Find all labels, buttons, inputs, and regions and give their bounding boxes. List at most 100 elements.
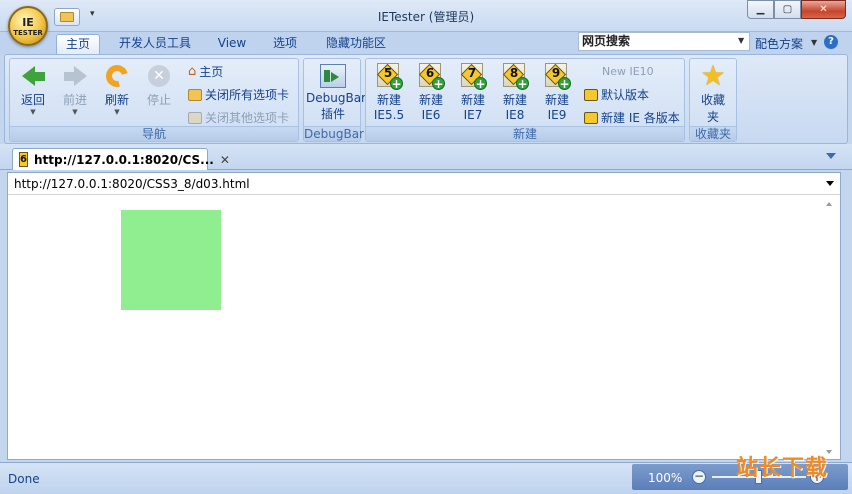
ie7-icon: 7 + (460, 63, 487, 90)
zoom-out-button[interactable]: − (692, 470, 706, 484)
default-version-button[interactable]: 默认版本 (584, 86, 649, 103)
home-button[interactable]: ⌂ 主页 (188, 63, 223, 80)
app-orb-button[interactable]: IE TESTER (8, 6, 48, 46)
new-ie9-button[interactable]: 9 + 新建 IE9 (540, 63, 574, 122)
new-ie10-button[interactable]: New IE10 (602, 65, 654, 78)
debugbar-label-line1: DebugBar (306, 91, 366, 105)
home-icon: ⌂ (188, 64, 197, 79)
document-tab[interactable]: 6 http://127.0.0.1:8020/CS... ✕ (12, 148, 230, 170)
vertical-scrollbar[interactable] (827, 196, 840, 459)
forward-label: 前进 (62, 93, 87, 107)
refresh-dropdown-icon[interactable]: ▼ (100, 108, 134, 116)
orb-caption: TESTER (13, 28, 43, 37)
rendered-green-box (121, 210, 221, 310)
status-text: Done (8, 472, 40, 486)
group-navigation: 返回 ▼ 前进 ▼ 刷新 ▼ ✕ 停止 ⌂ 主页 关闭所有选项卡 关闭其他选项卡… (9, 58, 299, 142)
ribbon-panel: 返回 ▼ 前进 ▼ 刷新 ▼ ✕ 停止 ⌂ 主页 关闭所有选项卡 关闭其他选项卡… (4, 54, 848, 144)
title-bar: ▾ IETester (管理员) ▁ ▢ ✕ (0, 0, 852, 32)
window-controls: ▁ ▢ ✕ (747, 0, 846, 19)
stop-button[interactable]: ✕ 停止 (142, 63, 176, 108)
home-label: 主页 (199, 65, 224, 79)
document-tab-title: http://127.0.0.1:8020/CS... (33, 152, 214, 167)
group-new: 5 + 新建 IE5.5 6 + 新建 IE6 7 + 新建 IE7 8 + 新建 IE… (365, 58, 685, 142)
close-other-tabs-button[interactable]: 关闭其他选项卡 (188, 109, 289, 126)
favorites-button[interactable]: ★ 收藏夹 ▼ (696, 59, 730, 134)
close-icon: ✕ (819, 4, 828, 15)
group-debugbar-label: DebugBar (304, 126, 364, 141)
ie9-icon: 9 + (544, 63, 571, 90)
maximize-button[interactable]: ▢ (774, 0, 801, 19)
address-dropdown-icon[interactable] (826, 181, 834, 186)
search-dropdown-icon[interactable]: ▼ (738, 36, 744, 45)
group-new-label: 新建 (366, 126, 684, 141)
tab-options[interactable]: 选项 (266, 34, 304, 54)
ie-version-icon (584, 88, 598, 101)
group-favorites-label: 收藏夹 (690, 126, 736, 141)
forward-button[interactable]: 前进 ▼ (58, 63, 92, 116)
debugbar-label-line2: 插件 (320, 107, 345, 121)
forward-arrow-icon (62, 63, 88, 89)
color-scheme-menu[interactable]: 配色方案 (755, 35, 803, 52)
ie55-icon: 5 + (376, 63, 403, 90)
new-ie6-button[interactable]: 6 + 新建 IE6 (414, 63, 448, 122)
orb-logo-text: IE (22, 15, 34, 29)
ie6-icon: 6 + (418, 63, 445, 90)
debugbar-plugin-button[interactable]: DebugBar 插件 (306, 63, 366, 122)
new-ie55-label-line1: 新建 (376, 93, 401, 107)
tab-view[interactable]: View (212, 34, 252, 54)
new-all-ie-versions-label: 新建 IE 各版本 (601, 111, 680, 125)
refresh-icon (101, 60, 133, 92)
close-all-tabs-label: 关闭所有选项卡 (205, 88, 290, 102)
new-ie6-label-line2: IE6 (421, 108, 441, 122)
scroll-up-icon[interactable] (826, 202, 832, 206)
help-icon[interactable]: ? (824, 35, 838, 49)
back-button[interactable]: 返回 ▼ (16, 63, 50, 116)
close-other-tabs-label: 关闭其他选项卡 (205, 111, 290, 125)
maximize-icon: ▢ (782, 4, 793, 15)
group-navigation-label: 导航 (10, 126, 298, 141)
group-favorites: ★ 收藏夹 ▼ 收藏夹 (689, 58, 737, 142)
default-version-label: 默认版本 (601, 88, 650, 102)
minimize-button[interactable]: ▁ (747, 0, 774, 19)
close-all-tabs-button[interactable]: 关闭所有选项卡 (188, 86, 289, 103)
close-tab-icon[interactable]: ✕ (220, 153, 230, 167)
new-ie55-label-line2: IE5.5 (373, 108, 405, 122)
stop-label: 停止 (146, 93, 171, 107)
star-icon: ★ (700, 59, 726, 92)
address-bar[interactable]: http://127.0.0.1:8020/CSS3_8/d03.html (8, 173, 840, 195)
browser-frame: http://127.0.0.1:8020/CSS3_8/d03.html (7, 172, 841, 460)
web-search-input[interactable]: 网页搜索 (578, 32, 750, 51)
minimize-icon: ▁ (756, 4, 765, 15)
folder-icon (188, 88, 202, 101)
new-ie7-button[interactable]: 7 + 新建 IE7 (456, 63, 490, 122)
folder-icon (188, 111, 202, 124)
tab-hide-ribbon[interactable]: 隐藏功能区 (318, 34, 394, 54)
ie-version-icon (584, 111, 598, 124)
close-button[interactable]: ✕ (801, 0, 846, 19)
new-ie6-label-line1: 新建 (418, 93, 443, 107)
ie8-icon: 8 + (502, 63, 529, 90)
refresh-button[interactable]: 刷新 ▼ (100, 60, 134, 116)
color-scheme-dropdown-icon[interactable]: ▼ (811, 38, 817, 47)
tab-list-dropdown-icon[interactable] (826, 153, 836, 159)
back-label: 返回 (20, 93, 45, 107)
debugbar-icon (320, 63, 346, 89)
new-ie55-button[interactable]: 5 + 新建 IE5.5 (372, 63, 406, 122)
zoom-level: 100% (648, 471, 683, 485)
back-dropdown-icon[interactable]: ▼ (16, 108, 50, 116)
tab-developer-tools[interactable]: 开发人员工具 (110, 34, 200, 54)
new-ie8-label-line2: IE8 (505, 108, 525, 122)
new-ie9-label-line1: 新建 (544, 93, 569, 107)
group-debugbar: DebugBar 插件 DebugBar (303, 58, 366, 142)
new-ie10-label: New IE10 (602, 65, 654, 78)
document-tab-bar: 6 http://127.0.0.1:8020/CS... ✕ (0, 144, 852, 170)
new-all-ie-versions-button[interactable]: 新建 IE 各版本 (584, 109, 680, 126)
watermark-logo: 站长下载 (736, 456, 829, 481)
new-ie7-label-line1: 新建 (460, 93, 485, 107)
new-ie8-button[interactable]: 8 + 新建 IE8 (498, 63, 532, 122)
new-ie8-label-line1: 新建 (502, 93, 527, 107)
forward-dropdown-icon[interactable]: ▼ (58, 108, 92, 116)
new-ie9-label-line2: IE9 (547, 108, 567, 122)
favorites-label: 收藏夹 (700, 93, 725, 124)
tab-home[interactable]: 主页 (56, 34, 100, 54)
